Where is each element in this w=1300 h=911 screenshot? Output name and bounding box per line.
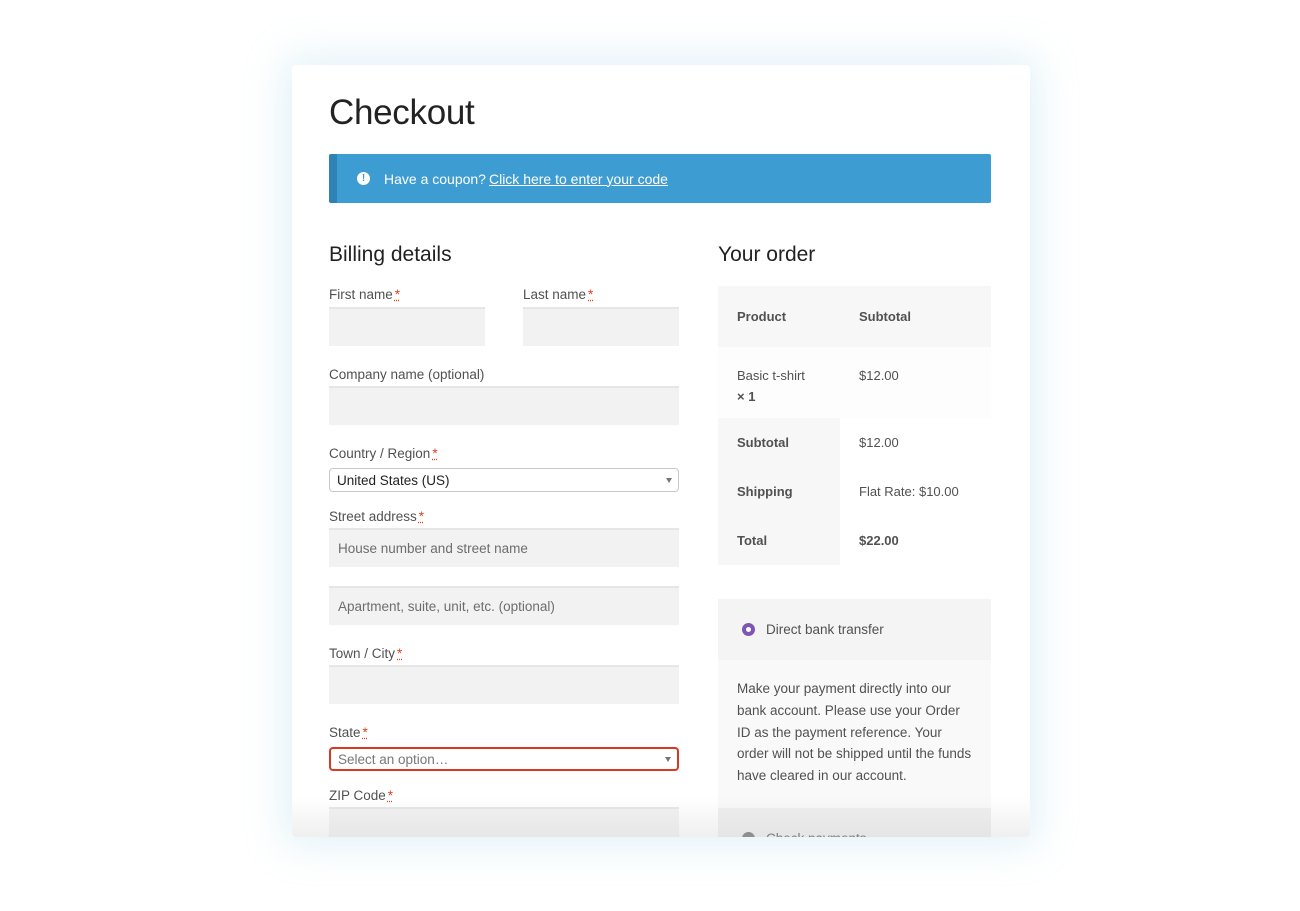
state-select[interactable]: Select an option… [329,747,679,771]
street-address-2-placeholder: Apartment, suite, unit, etc. (optional) [338,599,555,614]
country-label-text: Country / Region [329,446,431,461]
billing-details-title: Billing details [329,243,452,266]
required-marker: * [387,788,394,803]
checkout-card: Checkout ! Have a coupon? Click here to … [292,65,1030,837]
state-label: State * [329,725,368,740]
product-price: $12.00 [859,368,899,383]
first-name-input[interactable] [329,307,485,346]
country-selected-value: United States (US) [337,472,450,488]
country-select[interactable]: United States (US) [329,468,679,492]
city-input[interactable] [329,665,679,704]
shipping-value: Flat Rate: $10.00 [840,467,991,516]
payment-method-label: Check payments [766,831,867,837]
chevron-down-icon [666,478,672,483]
order-table-header: Product Subtotal [718,286,991,347]
company-input[interactable] [329,386,679,425]
payment-method-description: Make your payment directly into our bank… [718,660,991,808]
first-name-label: First name * [329,287,400,302]
city-label-text: Town / City [329,646,396,661]
street-address-label-text: Street address [329,509,417,524]
zip-label-text: ZIP Code [329,788,386,803]
company-label: Company name (optional) [329,367,485,382]
subtotal-header: Subtotal [859,309,911,324]
coupon-notice: ! Have a coupon? Click here to enter you… [329,154,991,203]
street-address-2-input[interactable]: Apartment, suite, unit, etc. (optional) [329,586,679,625]
street-address-placeholder: House number and street name [338,541,528,556]
zip-label: ZIP Code * [329,788,393,803]
first-name-label-text: First name [329,287,393,302]
last-name-label-text: Last name [523,287,587,302]
total-label: Total [718,516,840,565]
required-marker: * [397,646,403,661]
street-address-input[interactable]: House number and street name [329,528,679,567]
required-marker: * [588,287,594,302]
payment-method-cheque[interactable]: Check payments [718,808,991,837]
last-name-label: Last name * [523,287,593,302]
zip-input[interactable] [329,807,679,837]
product-header: Product [737,309,787,324]
your-order-title: Your order [718,243,816,266]
city-label: Town / City * [329,646,402,661]
required-marker: * [394,287,401,302]
page-title: Checkout [329,93,475,132]
shipping-row: Shipping Flat Rate: $10.00 [718,467,991,516]
street-address-label: Street address * [329,509,424,524]
state-selected-value: Select an option… [338,751,449,767]
product-quantity: × 1 [737,389,756,404]
payment-method-bacs[interactable]: Direct bank transfer [718,599,991,660]
required-marker: * [432,446,438,461]
radio-unselected-icon[interactable] [742,832,755,837]
table-row: Basic t-shirt × 1 $12.00 [718,347,991,418]
chevron-down-icon [665,757,671,762]
country-label: Country / Region * [329,446,438,461]
payment-method-label: Direct bank transfer [766,622,884,637]
order-review-table: Product Subtotal Basic t-shirt × 1 $12.0… [718,286,991,565]
state-label-text: State [329,725,361,740]
enter-coupon-link[interactable]: Click here to enter your code [489,171,668,187]
subtotal-row: Subtotal $12.00 [718,418,991,467]
subtotal-label: Subtotal [718,418,840,467]
coupon-notice-text: Have a coupon? [384,170,486,187]
subtotal-value: $12.00 [840,418,991,467]
total-row: Total $22.00 [718,516,991,565]
payment-methods: Direct bank transfer Make your payment d… [718,599,991,837]
shipping-label: Shipping [718,467,840,516]
total-value: $22.00 [840,516,991,565]
product-name: Basic t-shirt [737,368,805,383]
info-icon: ! [357,172,370,185]
last-name-input[interactable] [523,307,679,346]
required-marker: * [362,725,368,740]
radio-selected-icon[interactable] [742,623,755,636]
required-marker: * [418,509,425,524]
